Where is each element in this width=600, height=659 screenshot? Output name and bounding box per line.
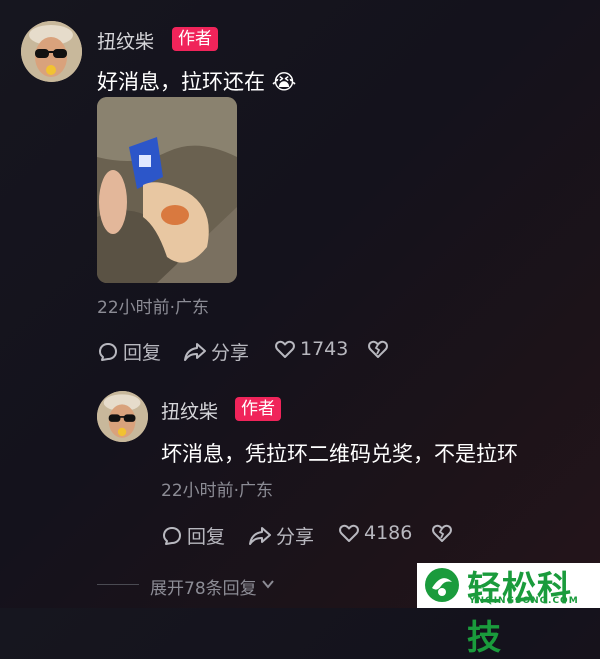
share-label: 分享 [276,526,315,548]
heart-icon [338,522,360,544]
like-button[interactable]: 4186 [338,522,412,544]
avatar[interactable] [97,391,148,442]
timestamp-location: 22小时前·广东 [97,298,210,318]
expand-replies-button[interactable]: 展开78条回复 [150,574,276,599]
watermark-site: YNQINGSONG.COM [469,596,579,606]
watermark-brand: 轻松科技 [467,569,572,658]
share-button[interactable]: 分享 [248,522,314,549]
dislike-button[interactable] [431,522,453,544]
comment-text-body: 好消息，拉环还在 [97,70,265,94]
like-count: 4186 [364,522,413,544]
author-badge: 作者 [172,27,218,51]
broken-heart-icon [367,338,389,360]
watermark-logo [423,566,461,604]
share-arrow-icon [248,525,272,547]
avatar[interactable] [21,21,82,82]
share-button[interactable]: 分享 [183,338,249,365]
comment-photo[interactable] [97,97,237,283]
watermark: 轻松科技 YNQINGSONG.COM [417,563,600,658]
reply-button[interactable]: 回复 [161,522,225,549]
speech-bubble-icon [97,341,119,363]
username[interactable]: 扭纹柴 [161,397,218,424]
expand-replies-label: 展开78条回复 [150,579,257,599]
reply-button[interactable]: 回复 [97,338,161,365]
comment-text: 好消息，拉环还在 😭 [97,66,296,96]
timestamp-location: 22小时前·广东 [161,481,274,501]
reply-label: 回复 [123,342,162,364]
crying-emoji: 😭 [271,70,297,94]
heart-icon [274,338,296,360]
author-badge: 作者 [235,397,281,421]
speech-bubble-icon [161,525,183,547]
share-label: 分享 [211,342,250,364]
like-button[interactable]: 1743 [274,338,348,360]
dislike-button[interactable] [367,338,389,360]
share-arrow-icon [183,341,207,363]
reply-label: 回复 [187,526,226,548]
broken-heart-icon [431,522,453,544]
expand-divider [97,584,139,585]
comment-text: 坏消息，凭拉环二维码兑奖，不是拉环 [161,442,518,466]
like-count: 1743 [300,338,349,360]
username[interactable]: 扭纹柴 [97,27,154,54]
chevron-down-icon [260,576,276,597]
